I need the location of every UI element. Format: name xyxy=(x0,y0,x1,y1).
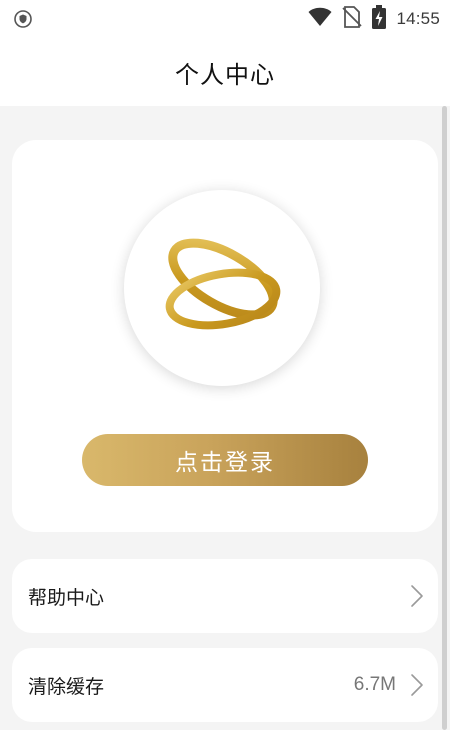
status-bar: 14:55 xyxy=(0,0,450,38)
app-header: 个人中心 xyxy=(0,38,450,106)
battery-charging-icon xyxy=(372,5,387,33)
wifi-icon xyxy=(308,7,332,31)
status-time: 14:55 xyxy=(396,9,440,28)
ring-logo-icon xyxy=(157,221,287,355)
no-signal-icon xyxy=(342,6,363,32)
shield-icon xyxy=(14,10,32,28)
menu-item-label: 帮助中心 xyxy=(28,586,105,609)
menu-item-help-center[interactable]: 帮助中心 xyxy=(12,559,438,633)
profile-card: 点击登录 xyxy=(12,140,438,532)
status-icons: 14:55 xyxy=(308,5,440,33)
login-button[interactable]: 点击登录 xyxy=(82,434,368,486)
cache-size-value: 6.7M xyxy=(353,674,396,695)
menu-item-label: 清除缓存 xyxy=(28,675,105,698)
page-title: 个人中心 xyxy=(175,60,275,89)
avatar[interactable] xyxy=(124,190,320,386)
scrollbar[interactable] xyxy=(442,106,447,730)
chevron-right-icon xyxy=(410,584,424,608)
chevron-right-icon xyxy=(410,673,424,697)
menu-item-clear-cache[interactable]: 清除缓存 6.7M xyxy=(12,648,438,722)
